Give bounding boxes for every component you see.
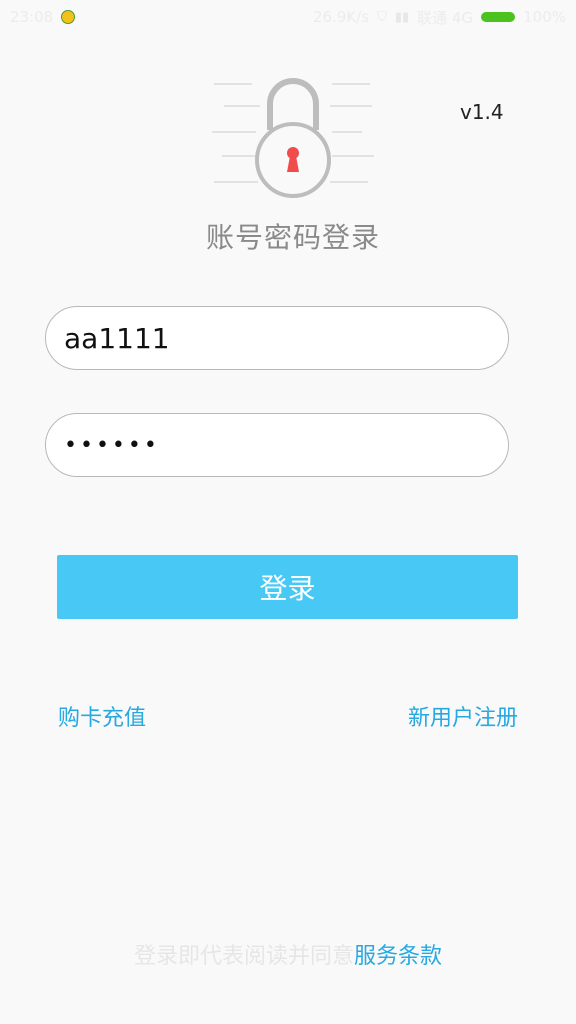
terms-link[interactable]: 服务条款 — [354, 944, 442, 969]
terms-prefix: 登录即代表阅读并同意 — [133, 944, 354, 969]
password-input[interactable] — [46, 414, 508, 476]
signal-icon: ▮▮ — [394, 9, 410, 25]
battery-icon — [481, 12, 516, 22]
lock-icon — [212, 72, 374, 212]
recharge-link[interactable]: 购卡充值 — [58, 700, 146, 732]
login-button[interactable]: 登录 — [57, 555, 518, 619]
app-notification-icon — [61, 10, 76, 24]
terms-notice: 登录即代表阅读并同意服务条款 — [0, 938, 576, 970]
shield-icon: ⛉ — [377, 9, 387, 25]
username-input[interactable] — [46, 307, 508, 369]
status-bar: 23:08 26.9K/s ⛉ ▮▮ 联通 4G 100% — [0, 0, 576, 34]
battery-level: 100% — [523, 8, 566, 26]
status-time: 23:08 — [10, 8, 54, 26]
network-label: 联通 4G — [417, 8, 474, 27]
network-speed: 26.9K/s — [312, 8, 370, 26]
register-link[interactable]: 新用户注册 — [408, 700, 518, 732]
username-field[interactable] — [45, 306, 509, 370]
version-label: v1.4 — [460, 100, 504, 124]
page-title: 账号密码登录 — [205, 221, 380, 254]
password-field[interactable] — [45, 413, 509, 477]
